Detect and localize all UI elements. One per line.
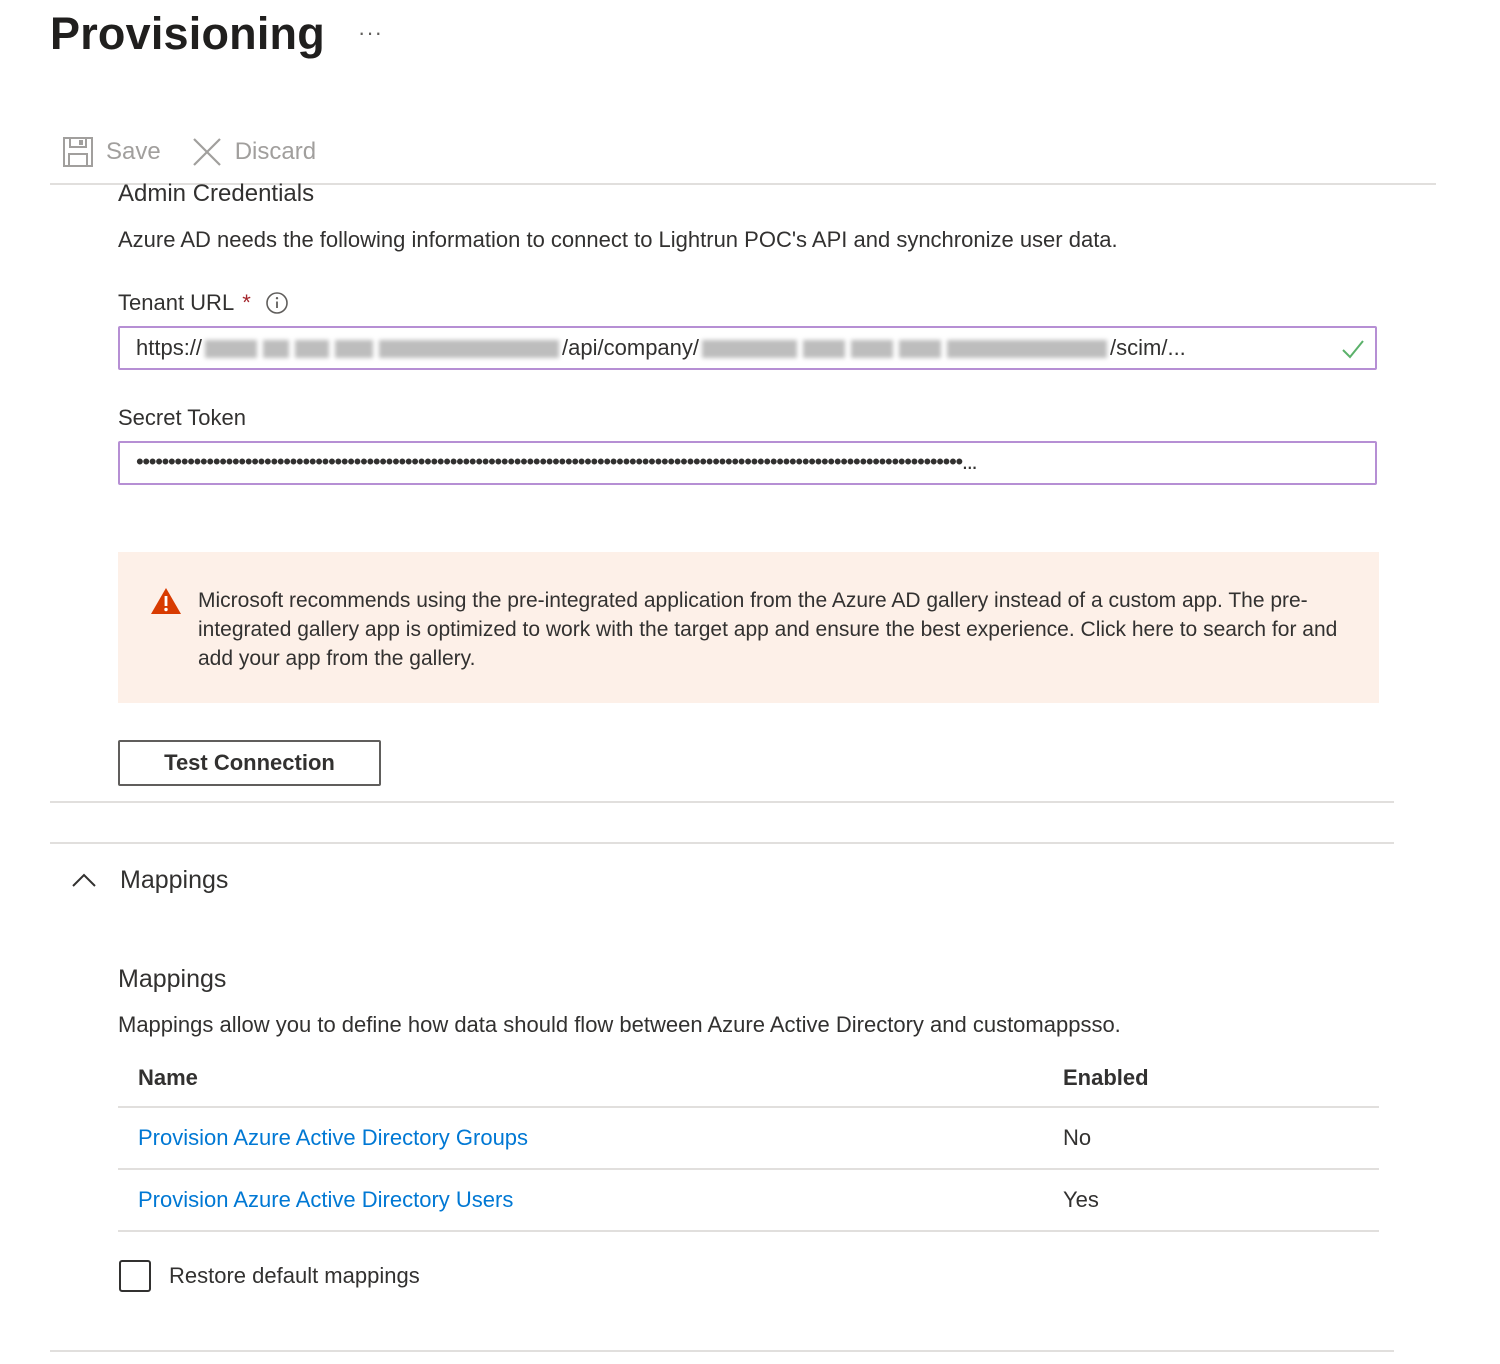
mapping-enabled-value: Yes (1063, 1187, 1099, 1212)
redacted-segment (803, 340, 846, 359)
mappings-description: Mappings allow you to define how data sh… (118, 1012, 1121, 1037)
chevron-up-icon (72, 873, 96, 887)
secret-token-label: Secret Token (118, 405, 247, 430)
gallery-warning-banner[interactable]: Microsoft recommends using the pre-integ… (118, 552, 1379, 703)
restore-default-mappings[interactable]: Restore default mappings (119, 1260, 420, 1292)
restore-default-mappings-label: Restore default mappings (169, 1263, 420, 1288)
redacted-segment (947, 340, 1108, 359)
admin-credentials-description: Azure AD needs the following information… (118, 227, 1118, 252)
secret-token-value: ••••••••••••••••••••••••••••••••••••••••… (136, 449, 978, 474)
redacted-segment (295, 340, 330, 359)
redacted-segment (702, 340, 798, 359)
mapping-enabled-value: No (1063, 1125, 1092, 1150)
tenant-url-path: /api/company/ (562, 335, 700, 360)
checkmark-icon (1342, 340, 1364, 359)
tenant-url-input[interactable]: https:// /api/company/ /scim/... (118, 326, 1377, 370)
save-button-label: Save (106, 138, 161, 165)
table-header-row: Name Enabled (118, 1050, 1379, 1108)
table-row: Provision Azure Active Directory Users Y… (118, 1170, 1379, 1232)
test-connection-button[interactable]: Test Connection (118, 740, 381, 786)
mapping-link-users[interactable]: Provision Azure Active Directory Users (138, 1187, 513, 1212)
save-icon (63, 137, 93, 167)
secret-token-input[interactable]: ••••••••••••••••••••••••••••••••••••••••… (118, 441, 1377, 485)
tenant-url-label-text: Tenant URL (118, 290, 235, 315)
restore-default-mappings-checkbox[interactable] (119, 1260, 151, 1292)
mappings-collapse-header[interactable]: Mappings (70, 860, 228, 900)
redacted-segment (205, 340, 258, 359)
redacted-segment (263, 340, 290, 359)
column-header-enabled: Enabled (1063, 1065, 1149, 1090)
tenant-url-label: Tenant URL * (118, 290, 289, 316)
command-bar: Save Discard (62, 130, 346, 174)
page-title: Provisioning (50, 8, 325, 59)
redacted-segment (851, 340, 894, 359)
column-header-name: Name (138, 1065, 198, 1090)
tenant-url-prefix: https:// (136, 335, 203, 360)
discard-button[interactable]: Discard (191, 136, 316, 168)
mappings-table: Name Enabled Provision Azure Active Dire… (118, 1050, 1379, 1232)
admin-credentials-heading: Admin Credentials (118, 180, 315, 207)
section-divider (50, 842, 1394, 844)
redacted-segment (899, 340, 942, 359)
mapping-link-groups[interactable]: Provision Azure Active Directory Groups (138, 1125, 528, 1150)
warning-icon (151, 588, 181, 614)
save-button[interactable]: Save (62, 136, 161, 168)
redacted-segment (379, 340, 560, 359)
section-divider (50, 1350, 1394, 1352)
required-marker: * (242, 290, 251, 315)
info-icon[interactable] (265, 291, 289, 315)
tenant-url-suffix: /scim/... (1110, 335, 1186, 360)
section-divider (50, 801, 1394, 803)
table-row: Provision Azure Active Directory Groups … (118, 1108, 1379, 1170)
mappings-heading: Mappings (118, 965, 227, 993)
more-options-button[interactable]: ··· (358, 20, 383, 46)
mappings-collapse-label: Mappings (120, 865, 229, 894)
warning-message: Microsoft recommends using the pre-integ… (198, 589, 1338, 670)
tenant-url-value: https:// /api/company/ /scim/... (136, 328, 1186, 368)
discard-button-label: Discard (234, 138, 317, 165)
redacted-segment (335, 340, 374, 359)
close-icon (192, 138, 221, 166)
